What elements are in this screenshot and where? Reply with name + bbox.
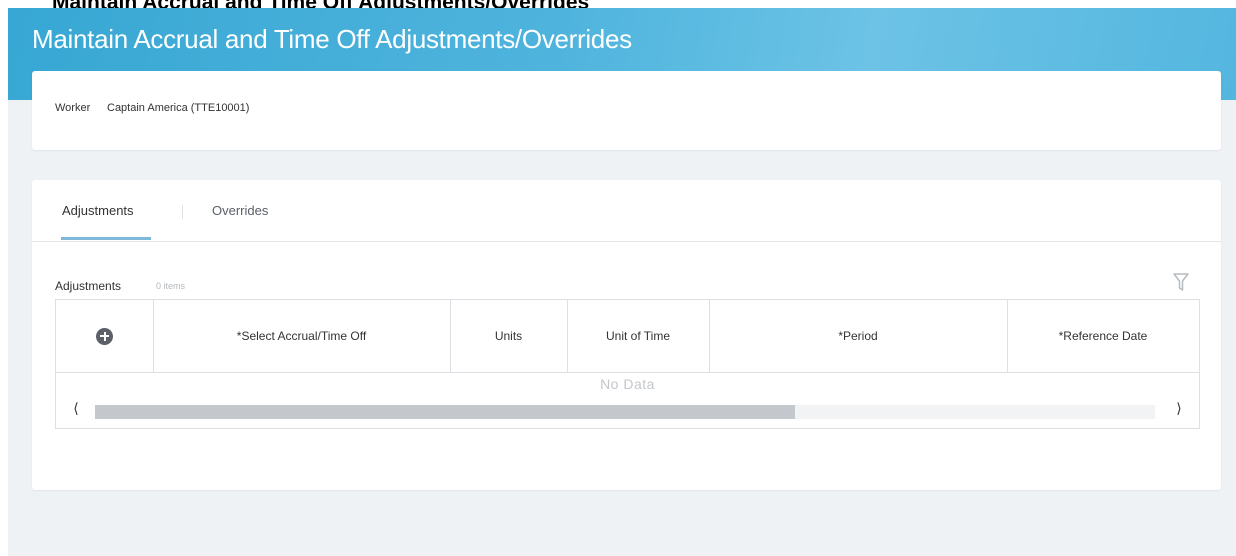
- scroll-thumb[interactable]: [95, 405, 795, 419]
- tab-bar: Adjustments Overrides: [32, 180, 1221, 242]
- worker-card: Worker Captain America (TTE10001): [32, 71, 1221, 150]
- chevron-right-icon[interactable]: ⟩: [1169, 400, 1189, 417]
- active-tab-indicator: [61, 237, 151, 240]
- horizontal-scrollbar[interactable]: ⟨ ⟩: [56, 396, 1199, 426]
- tab-overrides[interactable]: Overrides: [212, 203, 268, 218]
- worker-value[interactable]: Captain America (TTE10001): [107, 102, 249, 114]
- grid-header: *Select Accrual/Time Off Units Unit of T…: [56, 300, 1199, 373]
- scroll-track[interactable]: [95, 405, 1155, 419]
- page-title: Maintain Accrual and Time Off Adjustment…: [32, 24, 632, 54]
- filter-icon[interactable]: [1172, 271, 1190, 293]
- adjustments-grid: *Select Accrual/Time Off Units Unit of T…: [55, 299, 1200, 429]
- adjustments-card: Adjustments Overrides Adjustments 0 item…: [32, 180, 1221, 490]
- worker-label: Worker: [55, 102, 91, 114]
- column-header-units[interactable]: Units: [450, 300, 568, 372]
- grid-item-count: 0 items: [156, 281, 186, 291]
- column-header-period[interactable]: *Period: [709, 300, 1008, 372]
- empty-state-text: No Data: [600, 376, 655, 392]
- chevron-left-icon[interactable]: ⟨: [66, 400, 86, 417]
- grid-title: Adjustments: [55, 279, 122, 293]
- column-header-unit-of-time[interactable]: Unit of Time: [567, 300, 710, 372]
- add-circle-icon[interactable]: [96, 327, 113, 345]
- column-header-accrual[interactable]: *Select Accrual/Time Off: [153, 300, 451, 372]
- app-window: Maintain Accrual and Time Off Adjustment…: [8, 8, 1236, 556]
- column-header-reference-date[interactable]: *Reference Date: [1007, 300, 1199, 372]
- tab-adjustments[interactable]: Adjustments: [62, 203, 134, 218]
- tab-divider: [182, 205, 183, 219]
- add-row-cell: [56, 300, 154, 372]
